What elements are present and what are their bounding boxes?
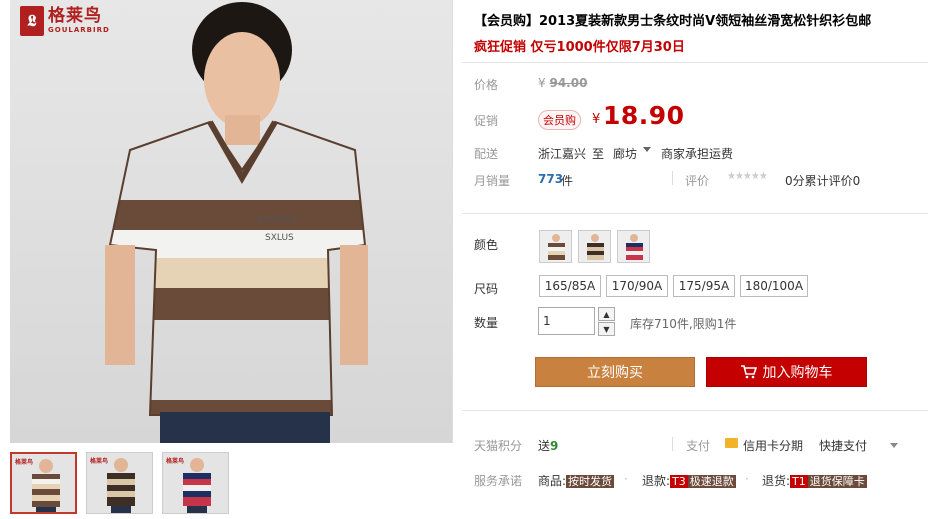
monthly-sales-count: 773 (538, 172, 564, 186)
service-return-tag[interactable]: 退货保障卡 (807, 475, 867, 488)
chevron-down-icon[interactable] (890, 443, 898, 448)
quantity-increase-icon[interactable]: ▲ (598, 307, 615, 321)
monthly-sales-unit: 件 (561, 174, 574, 188)
add-to-cart-label: 加入购物车 (762, 365, 833, 381)
size-option[interactable]: 170/90A (606, 275, 668, 297)
size-option[interactable]: 175/95A (673, 275, 735, 297)
divider (672, 171, 673, 185)
divider (462, 410, 928, 411)
member-tag: 会员购 (538, 110, 581, 130)
service-return: 退货: T1 退货保障卡 (762, 472, 867, 489)
points-value: 送9 (538, 437, 558, 454)
thumbnail-1[interactable]: 格莱鸟 (10, 452, 77, 514)
thumb-logo: 格莱鸟 (15, 459, 34, 466)
rating-stars: ★★★★★ (727, 171, 768, 182)
add-to-cart-button[interactable]: 加入购物车 (706, 357, 867, 387)
model-photo: JANON N SXLUS (105, 2, 368, 443)
shipping-fee: 商家承担运费 (661, 147, 734, 161)
swatch-shirt-1 (548, 234, 565, 260)
points-number: 9 (550, 439, 559, 453)
monthly-sales-label: 月销量 (474, 174, 511, 188)
product-title: 【会员购】2013夏装新款男士条纹时尚V领短袖丝滑宽松针织衫包邮 (474, 14, 872, 29)
service-refund-tag[interactable]: 极速退款 (687, 475, 736, 488)
service-refund-code: T3 (670, 475, 688, 488)
ship-destination-select[interactable]: 廊坊 (613, 145, 637, 162)
sale-label: 促销 (474, 114, 499, 128)
sale-price: 18.90 (603, 101, 685, 130)
service-return-code: T1 (790, 475, 808, 488)
brand-logo-mark: 𝕷 (20, 6, 44, 36)
quantity-label: 数量 (474, 316, 499, 330)
points-prefix: 送 (538, 439, 551, 453)
color-label: 颜色 (474, 238, 499, 252)
payment-label: 支付 (686, 439, 711, 453)
credit-card-icon (725, 438, 738, 448)
service-goods-tag[interactable]: 按时发货 (566, 475, 615, 488)
color-swatch-1[interactable] (539, 230, 572, 263)
main-product-image[interactable]: JANON N SXLUS 𝕷 格莱鸟 GOULARBIRD (10, 0, 453, 443)
thumbnail-2[interactable]: 格莱鸟 (86, 452, 153, 514)
separator-dot: · (745, 472, 749, 486)
swatch-shirt-3 (626, 234, 643, 260)
thumb-logo: 格莱鸟 (166, 458, 185, 465)
brand-name-en: GOULARBIRD (48, 26, 110, 34)
sale-currency: ¥ (592, 112, 601, 127)
size-option[interactable]: 165/85A (539, 275, 601, 297)
service-goods-prefix: 商品: (538, 474, 567, 488)
divider (462, 62, 928, 63)
divider (462, 213, 928, 214)
original-price-value: 94.00 (549, 76, 588, 90)
rating-label: 评价 (685, 174, 710, 188)
thumbnail-3[interactable]: 格莱鸟 (162, 452, 229, 514)
color-swatch-3[interactable] (617, 230, 650, 263)
service-label: 服务承诺 (474, 474, 523, 488)
service-goods: 商品: 按时发货 (538, 472, 615, 489)
price-label: 价格 (474, 78, 499, 92)
cart-icon (740, 365, 757, 379)
thumb-logo: 格莱鸟 (90, 458, 109, 465)
ship-from: 浙江嘉兴 (538, 147, 587, 161)
svg-text:JANON N: JANON N (257, 215, 297, 225)
shipping-label: 配送 (474, 147, 499, 161)
size-label: 尺码 (474, 282, 499, 296)
divider (672, 437, 673, 451)
brand-logo: 𝕷 格莱鸟 GOULARBIRD (20, 6, 110, 36)
quantity-decrease-icon[interactable]: ▼ (598, 322, 615, 336)
service-refund: 退款: T3 极速退款 (642, 472, 736, 489)
points-label: 天猫积分 (474, 439, 523, 453)
stock-info: 库存710件,限购1件 (630, 317, 737, 331)
promo-text: 疯狂促销 仅亏1000件仅限7月30日 (474, 40, 685, 55)
color-swatch-2[interactable] (578, 230, 611, 263)
chevron-down-icon[interactable] (643, 147, 651, 152)
brand-name-cn: 格莱鸟 (48, 6, 102, 26)
thumbnail-strip: 格莱鸟 格莱鸟 格莱鸟 (10, 452, 229, 514)
swatch-shirt-2 (587, 234, 604, 260)
quick-pay-select[interactable]: 快捷支付 (819, 437, 867, 454)
service-refund-prefix: 退款: (642, 474, 671, 488)
ship-to-word: 至 (592, 147, 605, 161)
svg-text:SXLUS: SXLUS (265, 233, 294, 243)
rating-link[interactable]: 0分累计评价0 (785, 172, 860, 189)
quantity-input[interactable] (538, 307, 595, 335)
buy-now-button[interactable]: 立刻购买 (535, 357, 695, 387)
original-currency: ¥ (538, 76, 546, 90)
separator-dot: · (624, 472, 628, 486)
service-return-prefix: 退货: (762, 474, 791, 488)
original-price: ¥ 94.00 (538, 76, 587, 90)
credit-installment[interactable]: 信用卡分期 (743, 437, 803, 454)
size-option[interactable]: 180/100A (740, 275, 808, 297)
